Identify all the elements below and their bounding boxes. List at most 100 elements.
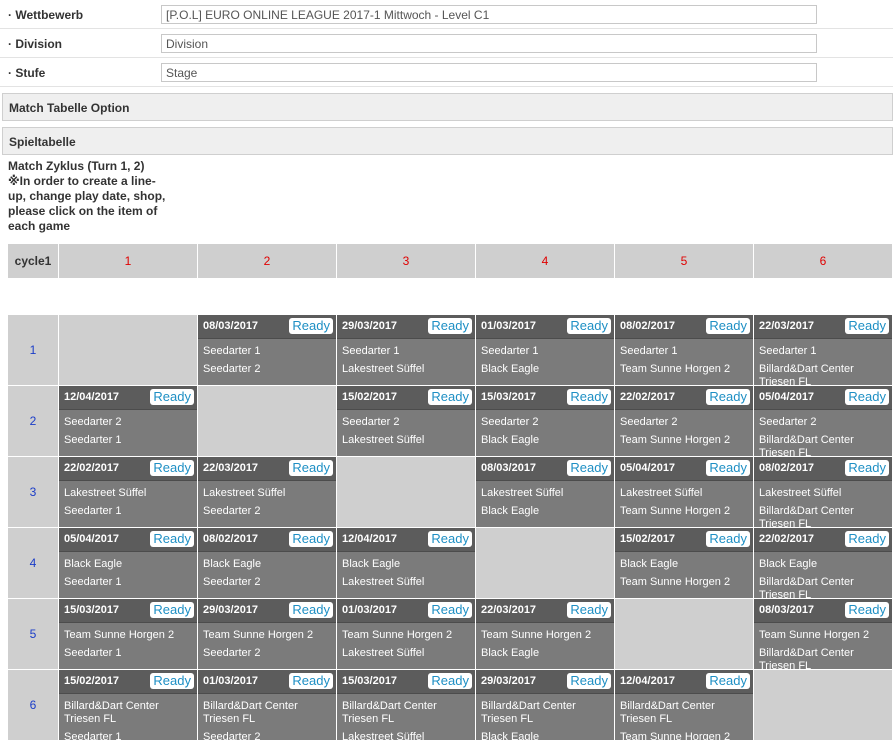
- match-date[interactable]: 05/04/2017: [620, 462, 675, 474]
- ready-button[interactable]: Ready: [845, 389, 889, 405]
- match-cell[interactable]: 22/02/2017 Ready Lakestreet Süffel Seedarte…: [59, 457, 197, 527]
- match-cell[interactable]: 05/04/2017 Ready Black Eagle Seedarter 1: [59, 528, 197, 598]
- ready-button[interactable]: Ready: [567, 673, 611, 689]
- match-cell[interactable]: 29/03/2017 Ready Team Sunne Horgen 2 Seedar…: [198, 599, 336, 669]
- ready-button[interactable]: Ready: [567, 389, 611, 405]
- match-date[interactable]: 15/02/2017: [342, 391, 397, 403]
- match-date[interactable]: 12/04/2017: [620, 675, 675, 687]
- ready-button[interactable]: Ready: [428, 602, 472, 618]
- match-date[interactable]: 22/03/2017: [203, 462, 258, 474]
- match-cell[interactable]: 12/04/2017 Ready Billard&Dart Center Tries…: [615, 670, 753, 740]
- ready-button[interactable]: Ready: [150, 602, 194, 618]
- match-date[interactable]: 01/03/2017: [203, 675, 258, 687]
- match-date[interactable]: 22/02/2017: [759, 533, 814, 545]
- ready-button[interactable]: Ready: [706, 460, 750, 476]
- ready-button[interactable]: Ready: [289, 318, 333, 334]
- match-cell[interactable]: 15/03/2017 Ready Team Sunne Horgen 2 Seedar…: [59, 599, 197, 669]
- match-cell[interactable]: 15/03/2017 Ready Seedarter 2 Black Eagle: [476, 386, 614, 456]
- match-cell[interactable]: 29/03/2017 Ready Billard&Dart Center Tries…: [476, 670, 614, 740]
- ready-button[interactable]: Ready: [150, 531, 194, 547]
- match-cell[interactable]: 05/04/2017 Ready Lakestreet Süffel Team Sun…: [615, 457, 753, 527]
- ready-button[interactable]: Ready: [845, 460, 889, 476]
- ready-button[interactable]: Ready: [567, 460, 611, 476]
- match-date[interactable]: 15/03/2017: [64, 604, 119, 616]
- match-cell[interactable]: 12/04/2017 Ready Black Eagle Lakestreet Süf…: [337, 528, 475, 598]
- match-table-option-header[interactable]: Match Tabelle Option: [2, 93, 893, 121]
- ready-button[interactable]: Ready: [150, 673, 194, 689]
- match-date[interactable]: 29/03/2017: [342, 320, 397, 332]
- match-cell[interactable]: 12/04/2017 Ready Seedarter 2 Seedarter 1: [59, 386, 197, 456]
- match-cell[interactable]: 22/03/2017 Ready Seedarter 1 Billard&Dart C…: [754, 315, 892, 385]
- match-date[interactable]: 08/02/2017: [759, 462, 814, 474]
- match-cell[interactable]: 08/03/2017 Ready Lakestreet Süffel Black Ea…: [476, 457, 614, 527]
- match-teams: Billard&Dart Center Triesen FL Team Sunne…: [615, 694, 753, 740]
- match-cell[interactable]: 08/02/2017 Ready Black Eagle Seedarter 2: [198, 528, 336, 598]
- ready-button[interactable]: Ready: [706, 318, 750, 334]
- match-cell[interactable]: 15/02/2017 Ready Seedarter 2 Lakestreet Süf…: [337, 386, 475, 456]
- match-cell[interactable]: 08/03/2017 Ready Seedarter 1 Seedarter 2: [198, 315, 336, 385]
- ready-button[interactable]: Ready: [706, 389, 750, 405]
- ready-button[interactable]: Ready: [845, 531, 889, 547]
- match-cell[interactable]: 22/03/2017 Ready Team Sunne Horgen 2 Black …: [476, 599, 614, 669]
- ready-button[interactable]: Ready: [428, 318, 472, 334]
- ready-button[interactable]: Ready: [706, 531, 750, 547]
- match-date[interactable]: 22/02/2017: [620, 391, 675, 403]
- match-teams: Seedarter 2 Lakestreet Süffel: [337, 410, 475, 447]
- ready-button[interactable]: Ready: [428, 389, 472, 405]
- match-date[interactable]: 05/04/2017: [64, 533, 119, 545]
- ready-button[interactable]: Ready: [428, 531, 472, 547]
- match-cell[interactable]: 08/02/2017 Ready Lakestreet Süffel Billard&…: [754, 457, 892, 527]
- ready-button[interactable]: Ready: [428, 673, 472, 689]
- match-date[interactable]: 12/04/2017: [64, 391, 119, 403]
- ready-button[interactable]: Ready: [289, 460, 333, 476]
- match-cell[interactable]: 15/02/2017 Ready Black Eagle Team Sunne Hor…: [615, 528, 753, 598]
- match-date[interactable]: 01/03/2017: [342, 604, 397, 616]
- match-cell[interactable]: 22/03/2017 Ready Lakestreet Süffel Seedarte…: [198, 457, 336, 527]
- match-date[interactable]: 08/03/2017: [203, 320, 258, 332]
- match-date[interactable]: 15/03/2017: [342, 675, 397, 687]
- match-cell[interactable]: 05/04/2017 Ready Seedarter 2 Billard&Dart C…: [754, 386, 892, 456]
- ready-button[interactable]: Ready: [706, 673, 750, 689]
- match-cell[interactable]: 22/02/2017 Ready Black Eagle Billard&Dart C…: [754, 528, 892, 598]
- cycle-note: Match Zyklus (Turn 1, 2) ※In order to cr…: [8, 159, 168, 234]
- ready-button[interactable]: Ready: [845, 602, 889, 618]
- match-teams: Lakestreet Süffel Billard&Dart Center Tri…: [754, 481, 892, 527]
- match-date[interactable]: 15/02/2017: [620, 533, 675, 545]
- match-date[interactable]: 08/02/2017: [620, 320, 675, 332]
- ready-button[interactable]: Ready: [150, 460, 194, 476]
- competition-field[interactable]: [P.O.L] EURO ONLINE LEAGUE 2017-1 Mittwo…: [161, 5, 817, 24]
- ready-button[interactable]: Ready: [845, 318, 889, 334]
- ready-button[interactable]: Ready: [567, 602, 611, 618]
- match-date[interactable]: 29/03/2017: [203, 604, 258, 616]
- match-date[interactable]: 15/02/2017: [64, 675, 119, 687]
- match-date[interactable]: 05/04/2017: [759, 391, 814, 403]
- match-date[interactable]: 29/03/2017: [481, 675, 536, 687]
- match-date[interactable]: 22/03/2017: [481, 604, 536, 616]
- match-cell-header: 05/04/2017 Ready: [754, 386, 892, 410]
- match-cell[interactable]: 29/03/2017 Ready Seedarter 1 Lakestreet Süf…: [337, 315, 475, 385]
- match-date[interactable]: 15/03/2017: [481, 391, 536, 403]
- match-cell[interactable]: 01/03/2017 Ready Team Sunne Horgen 2 Lakest…: [337, 599, 475, 669]
- match-date[interactable]: 08/03/2017: [481, 462, 536, 474]
- ready-button[interactable]: Ready: [567, 318, 611, 334]
- match-cell[interactable]: 01/03/2017 Ready Billard&Dart Center Tries…: [198, 670, 336, 740]
- match-date[interactable]: 22/02/2017: [64, 462, 119, 474]
- ready-button[interactable]: Ready: [150, 389, 194, 405]
- division-field[interactable]: Division: [161, 34, 817, 53]
- empty-cell: [59, 315, 197, 385]
- match-date[interactable]: 12/04/2017: [342, 533, 397, 545]
- match-cell[interactable]: 08/03/2017 Ready Team Sunne Horgen 2 Billar…: [754, 599, 892, 669]
- match-date[interactable]: 22/03/2017: [759, 320, 814, 332]
- match-date[interactable]: 08/02/2017: [203, 533, 258, 545]
- ready-button[interactable]: Ready: [289, 531, 333, 547]
- match-cell[interactable]: 01/03/2017 Ready Seedarter 1 Black Eagle: [476, 315, 614, 385]
- match-date[interactable]: 01/03/2017: [481, 320, 536, 332]
- match-date[interactable]: 08/03/2017: [759, 604, 814, 616]
- match-cell[interactable]: 15/02/2017 Ready Billard&Dart Center Tries…: [59, 670, 197, 740]
- stage-field[interactable]: Stage: [161, 63, 817, 82]
- match-cell[interactable]: 22/02/2017 Ready Seedarter 2 Team Sunne Hor…: [615, 386, 753, 456]
- ready-button[interactable]: Ready: [289, 602, 333, 618]
- match-cell[interactable]: 15/03/2017 Ready Billard&Dart Center Tries…: [337, 670, 475, 740]
- ready-button[interactable]: Ready: [289, 673, 333, 689]
- match-cell[interactable]: 08/02/2017 Ready Seedarter 1 Team Sunne Hor…: [615, 315, 753, 385]
